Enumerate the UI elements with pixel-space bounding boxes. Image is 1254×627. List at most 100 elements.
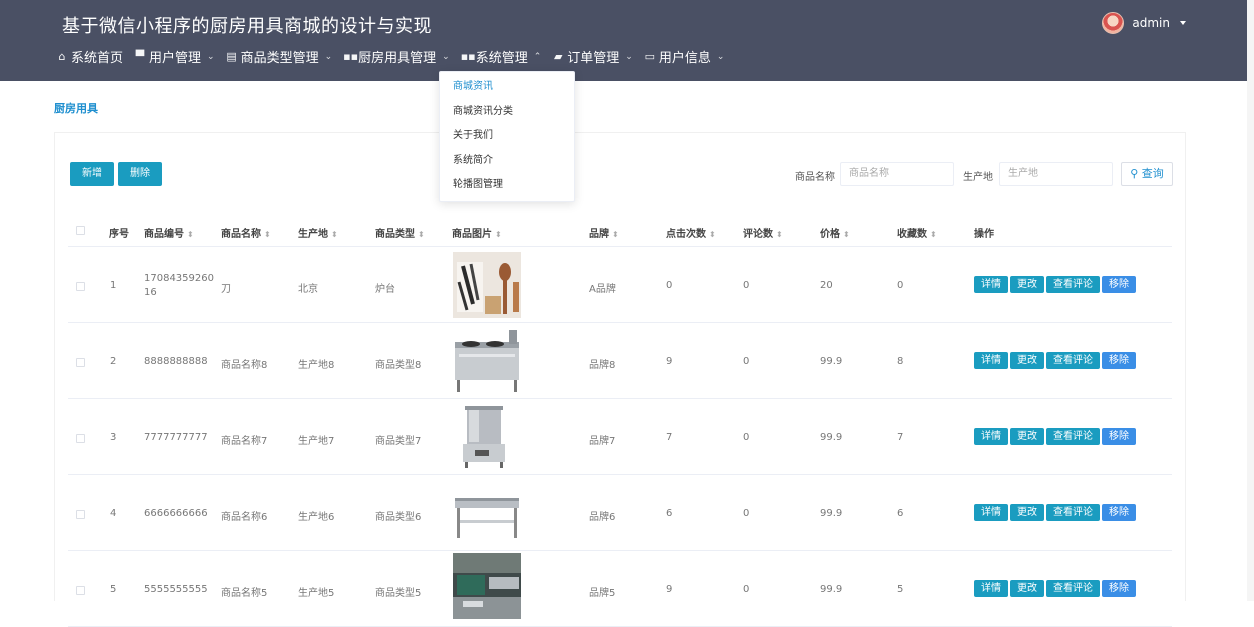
- cell-origin: 生产地7: [298, 436, 335, 447]
- menu-item-system-intro[interactable]: 系统简介: [440, 149, 574, 174]
- remove-button[interactable]: 移除: [1102, 276, 1136, 293]
- cell-brand: A品牌: [589, 284, 616, 295]
- row-checkbox[interactable]: [76, 434, 85, 443]
- user-menu[interactable]: admin: [1102, 12, 1186, 34]
- cell-favorites: 0: [897, 280, 904, 291]
- sort-icon[interactable]: ⬍: [495, 230, 502, 239]
- sort-icon[interactable]: ⬍: [331, 230, 338, 239]
- row-checkbox[interactable]: [76, 586, 85, 595]
- menu-item-mall-news[interactable]: 商城资讯: [440, 75, 574, 100]
- product-name-label: 商品名称: [795, 172, 835, 183]
- search-button[interactable]: ⚲ 查询: [1121, 162, 1173, 186]
- sort-icon[interactable]: ⬍: [709, 230, 716, 239]
- stove-image[interactable]: [453, 328, 521, 394]
- search-button-label: 查询: [1141, 167, 1164, 180]
- menu-item-about-us[interactable]: 关于我们: [440, 124, 574, 149]
- row-actions: 详情 更改 查看评论 移除: [974, 580, 1136, 597]
- origin-input[interactable]: 生产地: [999, 162, 1113, 186]
- cell-index: 5: [110, 584, 117, 595]
- view-comments-button[interactable]: 查看评论: [1046, 276, 1100, 293]
- cell-type: 商品类型8: [375, 360, 422, 371]
- caret-down-icon[interactable]: [1180, 21, 1186, 25]
- detail-button[interactable]: 详情: [974, 428, 1008, 445]
- worktable-image[interactable]: [453, 480, 521, 546]
- chevron-down-icon: ⌄: [716, 51, 725, 62]
- view-comments-button[interactable]: 查看评论: [1046, 428, 1100, 445]
- product-name-input[interactable]: 商品名称: [840, 162, 954, 186]
- grid-icon: ▪▪: [343, 50, 359, 63]
- menu-item-news-category[interactable]: 商城资讯分类: [440, 100, 574, 125]
- sort-icon[interactable]: ⬍: [843, 230, 850, 239]
- remove-button[interactable]: 移除: [1102, 580, 1136, 597]
- row-checkbox[interactable]: [76, 282, 85, 291]
- sort-icon[interactable]: ⬍: [776, 230, 783, 239]
- nav-item-users[interactable]: ▀ 用户管理 ⌄: [134, 47, 215, 66]
- cell-comments: 0: [743, 432, 750, 443]
- edit-button[interactable]: 更改: [1010, 504, 1044, 521]
- col-image[interactable]: 商品图片 ⬍: [452, 225, 502, 240]
- cell-code-wrap: 16: [144, 287, 157, 298]
- cell-name: 商品名称7: [221, 436, 268, 447]
- detail-button[interactable]: 详情: [974, 580, 1008, 597]
- col-origin[interactable]: 生产地 ⬍: [298, 225, 338, 240]
- nav-item-orders[interactable]: ▰ 订单管理 ⌄: [552, 47, 633, 66]
- cell-clicks: 9: [666, 356, 673, 367]
- view-comments-button[interactable]: 查看评论: [1046, 504, 1100, 521]
- bag-icon: ▰: [554, 50, 563, 63]
- view-comments-button[interactable]: 查看评论: [1046, 352, 1100, 369]
- remove-button[interactable]: 移除: [1102, 504, 1136, 521]
- edit-button[interactable]: 更改: [1010, 580, 1044, 597]
- delete-button[interactable]: 删除: [118, 162, 162, 186]
- col-label: 商品名称: [221, 229, 261, 240]
- cell-origin: 生产地5: [298, 588, 335, 599]
- add-button[interactable]: 新增: [70, 162, 114, 186]
- col-brand[interactable]: 品牌 ⬍: [589, 225, 619, 240]
- nav-item-product-types[interactable]: ▤ 商品类型管理 ⌄: [226, 47, 332, 66]
- nav-item-user-info[interactable]: ▭ 用户信息 ⌄: [644, 47, 725, 66]
- nav-item-system[interactable]: ▪▪ 系统管理 ⌃: [461, 47, 542, 66]
- page-scrollbar[interactable]: [1247, 0, 1254, 601]
- col-favorites[interactable]: 收藏数 ⬍: [897, 225, 937, 240]
- sort-icon[interactable]: ⬍: [264, 230, 271, 239]
- cell-type: 商品类型5: [375, 588, 422, 599]
- col-type[interactable]: 商品类型 ⬍: [375, 225, 425, 240]
- detail-button[interactable]: 详情: [974, 504, 1008, 521]
- user-name[interactable]: admin: [1132, 16, 1170, 30]
- col-code[interactable]: 商品编号 ⬍: [144, 225, 194, 240]
- chevron-up-icon: ⌃: [533, 51, 542, 62]
- cell-favorites: 7: [897, 432, 904, 443]
- cell-code: 17084359260: [144, 273, 214, 284]
- steamer-image[interactable]: [453, 404, 521, 470]
- remove-button[interactable]: 移除: [1102, 428, 1136, 445]
- sort-icon[interactable]: ⬍: [418, 230, 425, 239]
- edit-button[interactable]: 更改: [1010, 352, 1044, 369]
- sort-icon[interactable]: ⬍: [612, 230, 619, 239]
- view-comments-button[interactable]: 查看评论: [1046, 580, 1100, 597]
- detail-button[interactable]: 详情: [974, 352, 1008, 369]
- row-checkbox[interactable]: [76, 358, 85, 367]
- nav-item-kitchenware[interactable]: ▪▪ 厨房用具管理 ⌄: [343, 47, 450, 66]
- monitor-icon: ▀: [135, 50, 145, 63]
- sort-icon[interactable]: ⬍: [187, 230, 194, 239]
- col-clicks[interactable]: 点击次数 ⬍: [666, 225, 716, 240]
- col-price[interactable]: 价格 ⬍: [820, 225, 850, 240]
- col-label: 收藏数: [897, 229, 927, 240]
- avatar[interactable]: [1102, 12, 1125, 34]
- edit-button[interactable]: 更改: [1010, 428, 1044, 445]
- kitchen-image[interactable]: [453, 553, 521, 619]
- nav-item-home[interactable]: ⌂ 系统首页: [56, 47, 124, 66]
- menu-item-carousel[interactable]: 轮播图管理: [440, 173, 574, 198]
- card-icon: ▤: [226, 50, 237, 63]
- sort-icon[interactable]: ⬍: [930, 230, 937, 239]
- col-label: 点击次数: [666, 229, 706, 240]
- detail-button[interactable]: 详情: [974, 276, 1008, 293]
- remove-button[interactable]: 移除: [1102, 352, 1136, 369]
- table-row: 3 7777777777 商品名称7 生产地7 商品类型7 品牌7 7 0 99…: [68, 399, 1172, 475]
- col-name[interactable]: 商品名称 ⬍: [221, 225, 271, 240]
- cell-brand: 品牌6: [589, 512, 616, 523]
- edit-button[interactable]: 更改: [1010, 276, 1044, 293]
- knife-set-image[interactable]: [453, 252, 521, 318]
- select-all-checkbox[interactable]: [76, 226, 85, 235]
- row-checkbox[interactable]: [76, 510, 85, 519]
- col-comments[interactable]: 评论数 ⬍: [743, 225, 783, 240]
